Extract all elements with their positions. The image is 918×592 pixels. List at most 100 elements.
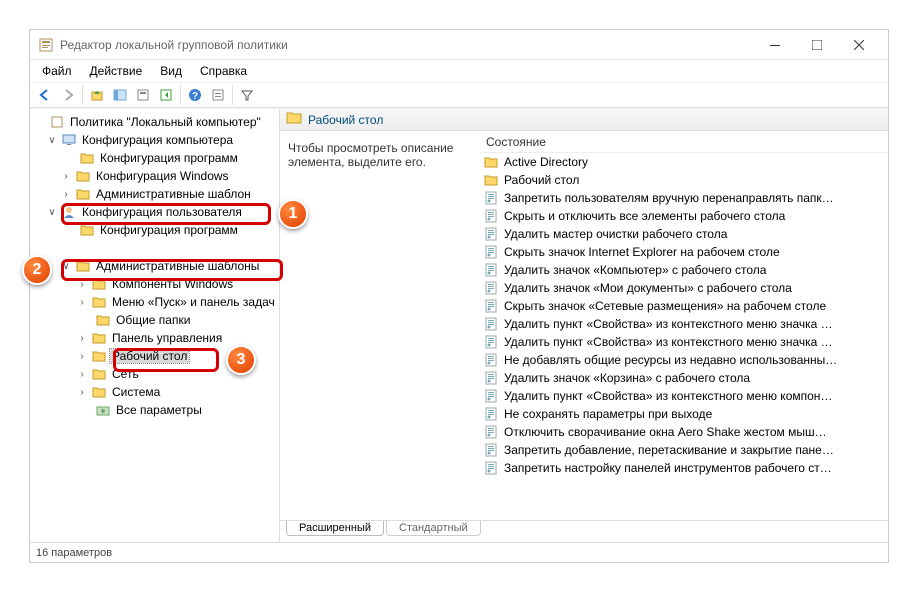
maximize-button[interactable]: [796, 31, 838, 59]
folder-icon: [75, 169, 91, 183]
filter-button[interactable]: [236, 84, 258, 106]
list-item-label: Удалить мастер очистки рабочего стола: [504, 227, 727, 241]
minimize-button[interactable]: [754, 31, 796, 59]
show-hide-tree-button[interactable]: [109, 84, 131, 106]
setting-icon: [484, 335, 500, 349]
list-item-label: Удалить пункт «Свойства» из контекстного…: [504, 317, 833, 331]
tab-extended[interactable]: Расширенный: [286, 521, 384, 536]
properties-button[interactable]: [132, 84, 154, 106]
folder-icon: [79, 151, 95, 165]
list-item[interactable]: Удалить пункт «Свойства» из контекстного…: [480, 387, 888, 405]
list-item[interactable]: Скрыть и отключить все элементы рабочего…: [480, 207, 888, 225]
folder-icon: [91, 295, 107, 309]
list-item[interactable]: Удалить значок «Корзина» с рабочего стол…: [480, 369, 888, 387]
menubar: Файл Действие Вид Справка: [30, 60, 888, 82]
tree-system[interactable]: ›Система: [32, 383, 277, 401]
details-pane: Рабочий стол Чтобы просмотреть описание …: [280, 109, 888, 542]
folder-icon: [286, 111, 302, 128]
user-icon: [61, 205, 77, 219]
computer-icon: [61, 133, 77, 147]
setting-icon: [484, 245, 500, 259]
folder-icon: [75, 187, 91, 201]
tree-root[interactable]: Политика "Локальный компьютер": [32, 113, 277, 131]
setting-icon: [484, 281, 500, 295]
settings-list[interactable]: Active Directory Рабочий стол Запретить по…: [480, 153, 888, 520]
svg-text:?: ?: [192, 91, 198, 102]
setting-icon: [484, 227, 500, 241]
back-button[interactable]: [34, 84, 56, 106]
list-item[interactable]: Отключить сворачивание окна Aero Shake ж…: [480, 423, 888, 441]
tree-user-config[interactable]: ∨Конфигурация пользователя: [32, 203, 277, 221]
list-item-label: Скрыть и отключить все элементы рабочего…: [504, 209, 785, 223]
list-item-label: Запретить пользователям вручную перенапр…: [504, 191, 834, 205]
list-item-label: Запретить добавление, перетаскивание и з…: [504, 443, 834, 457]
pane-title: Рабочий стол: [308, 113, 383, 127]
folder-icon: [484, 174, 500, 186]
tree-user-software[interactable]: Конфигурация программ: [32, 221, 277, 239]
export-button[interactable]: [155, 84, 177, 106]
list-item[interactable]: Скрыть значок «Сетевые размещения» на ра…: [480, 297, 888, 315]
status-text: 16 параметров: [36, 547, 112, 559]
folder-icon: [79, 223, 95, 237]
badge-2: 2: [22, 255, 52, 285]
tree-comp-windows[interactable]: ›Конфигурация Windows: [32, 167, 277, 185]
setting-icon: [484, 209, 500, 223]
tree-comp-software[interactable]: Конфигурация программ: [32, 149, 277, 167]
tab-standard[interactable]: Стандартный: [386, 521, 481, 536]
policy-icon: [49, 115, 65, 129]
list-item[interactable]: Active Directory: [480, 153, 888, 171]
badge-1: 1: [278, 199, 308, 229]
setting-icon: [484, 353, 500, 367]
list-item[interactable]: Запретить добавление, перетаскивание и з…: [480, 441, 888, 459]
up-button[interactable]: [86, 84, 108, 106]
list-item[interactable]: Удалить пункт «Свойства» из контекстного…: [480, 315, 888, 333]
tree-win-components[interactable]: ›Компоненты Windows: [32, 275, 277, 293]
tree-start-taskbar[interactable]: ›Меню «Пуск» и панель задач: [32, 293, 277, 311]
tree-all-settings[interactable]: Все параметры: [32, 401, 277, 419]
titlebar: Редактор локальной групповой политики: [30, 30, 888, 60]
description-panel: Чтобы просмотреть описание элемента, выд…: [280, 131, 480, 520]
tree-comp-admin[interactable]: ›Административные шаблон: [32, 185, 277, 203]
toolbar: ?: [30, 82, 888, 108]
list-item[interactable]: Рабочий стол: [480, 171, 888, 189]
menu-file[interactable]: Файл: [34, 62, 80, 80]
description-text: Чтобы просмотреть описание элемента, выд…: [288, 141, 472, 169]
list-item-label: Скрыть значок Internet Explorer на рабоч…: [504, 245, 780, 259]
menu-help[interactable]: Справка: [192, 62, 255, 80]
list-item[interactable]: Удалить значок «Компьютер» с рабочего ст…: [480, 261, 888, 279]
folder-icon: [91, 349, 107, 363]
menu-action[interactable]: Действие: [82, 62, 151, 80]
content: Политика "Локальный компьютер" ∨Конфигур…: [30, 108, 888, 542]
options-button[interactable]: [207, 84, 229, 106]
list-item-label: Рабочий стол: [504, 173, 579, 187]
badge-3: 3: [226, 345, 256, 375]
tree-comp-config[interactable]: ∨Конфигурация компьютера: [32, 131, 277, 149]
forward-button[interactable]: [57, 84, 79, 106]
folder-icon: [91, 367, 107, 381]
column-header[interactable]: Состояние: [480, 131, 888, 153]
list-item-label: Не добавлять общие ресурсы из недавно ис…: [504, 353, 837, 367]
list-item[interactable]: Запретить пользователям вручную перенапр…: [480, 189, 888, 207]
menu-view[interactable]: Вид: [152, 62, 190, 80]
list-item[interactable]: Удалить пункт «Свойства» из контекстного…: [480, 333, 888, 351]
list-item[interactable]: Не сохранять параметры при выходе: [480, 405, 888, 423]
list-item[interactable]: Скрыть значок Internet Explorer на рабоч…: [480, 243, 888, 261]
list-item[interactable]: Удалить мастер очистки рабочего стола: [480, 225, 888, 243]
folder-icon: [75, 259, 91, 273]
tree-shared-folders[interactable]: Общие папки: [32, 311, 277, 329]
list-item-label: Active Directory: [504, 155, 588, 169]
close-button[interactable]: [838, 31, 880, 59]
list-item[interactable]: Не добавлять общие ресурсы из недавно ис…: [480, 351, 888, 369]
tree-pane[interactable]: Политика "Локальный компьютер" ∨Конфигур…: [30, 109, 280, 542]
setting-icon: [484, 461, 500, 475]
list-item[interactable]: Удалить значок «Мои документы» с рабочег…: [480, 279, 888, 297]
list-item-label: Запретить настройку панелей инструментов…: [504, 461, 832, 475]
setting-icon: [484, 263, 500, 277]
tree-user-admin[interactable]: ∨Административные шаблоны: [32, 257, 277, 275]
folder-icon: [91, 277, 107, 291]
setting-icon: [484, 425, 500, 439]
list-item-label: Удалить значок «Мои документы» с рабочег…: [504, 281, 792, 295]
help-button[interactable]: ?: [184, 84, 206, 106]
window-title: Редактор локальной групповой политики: [60, 38, 754, 52]
list-item[interactable]: Запретить настройку панелей инструментов…: [480, 459, 888, 477]
